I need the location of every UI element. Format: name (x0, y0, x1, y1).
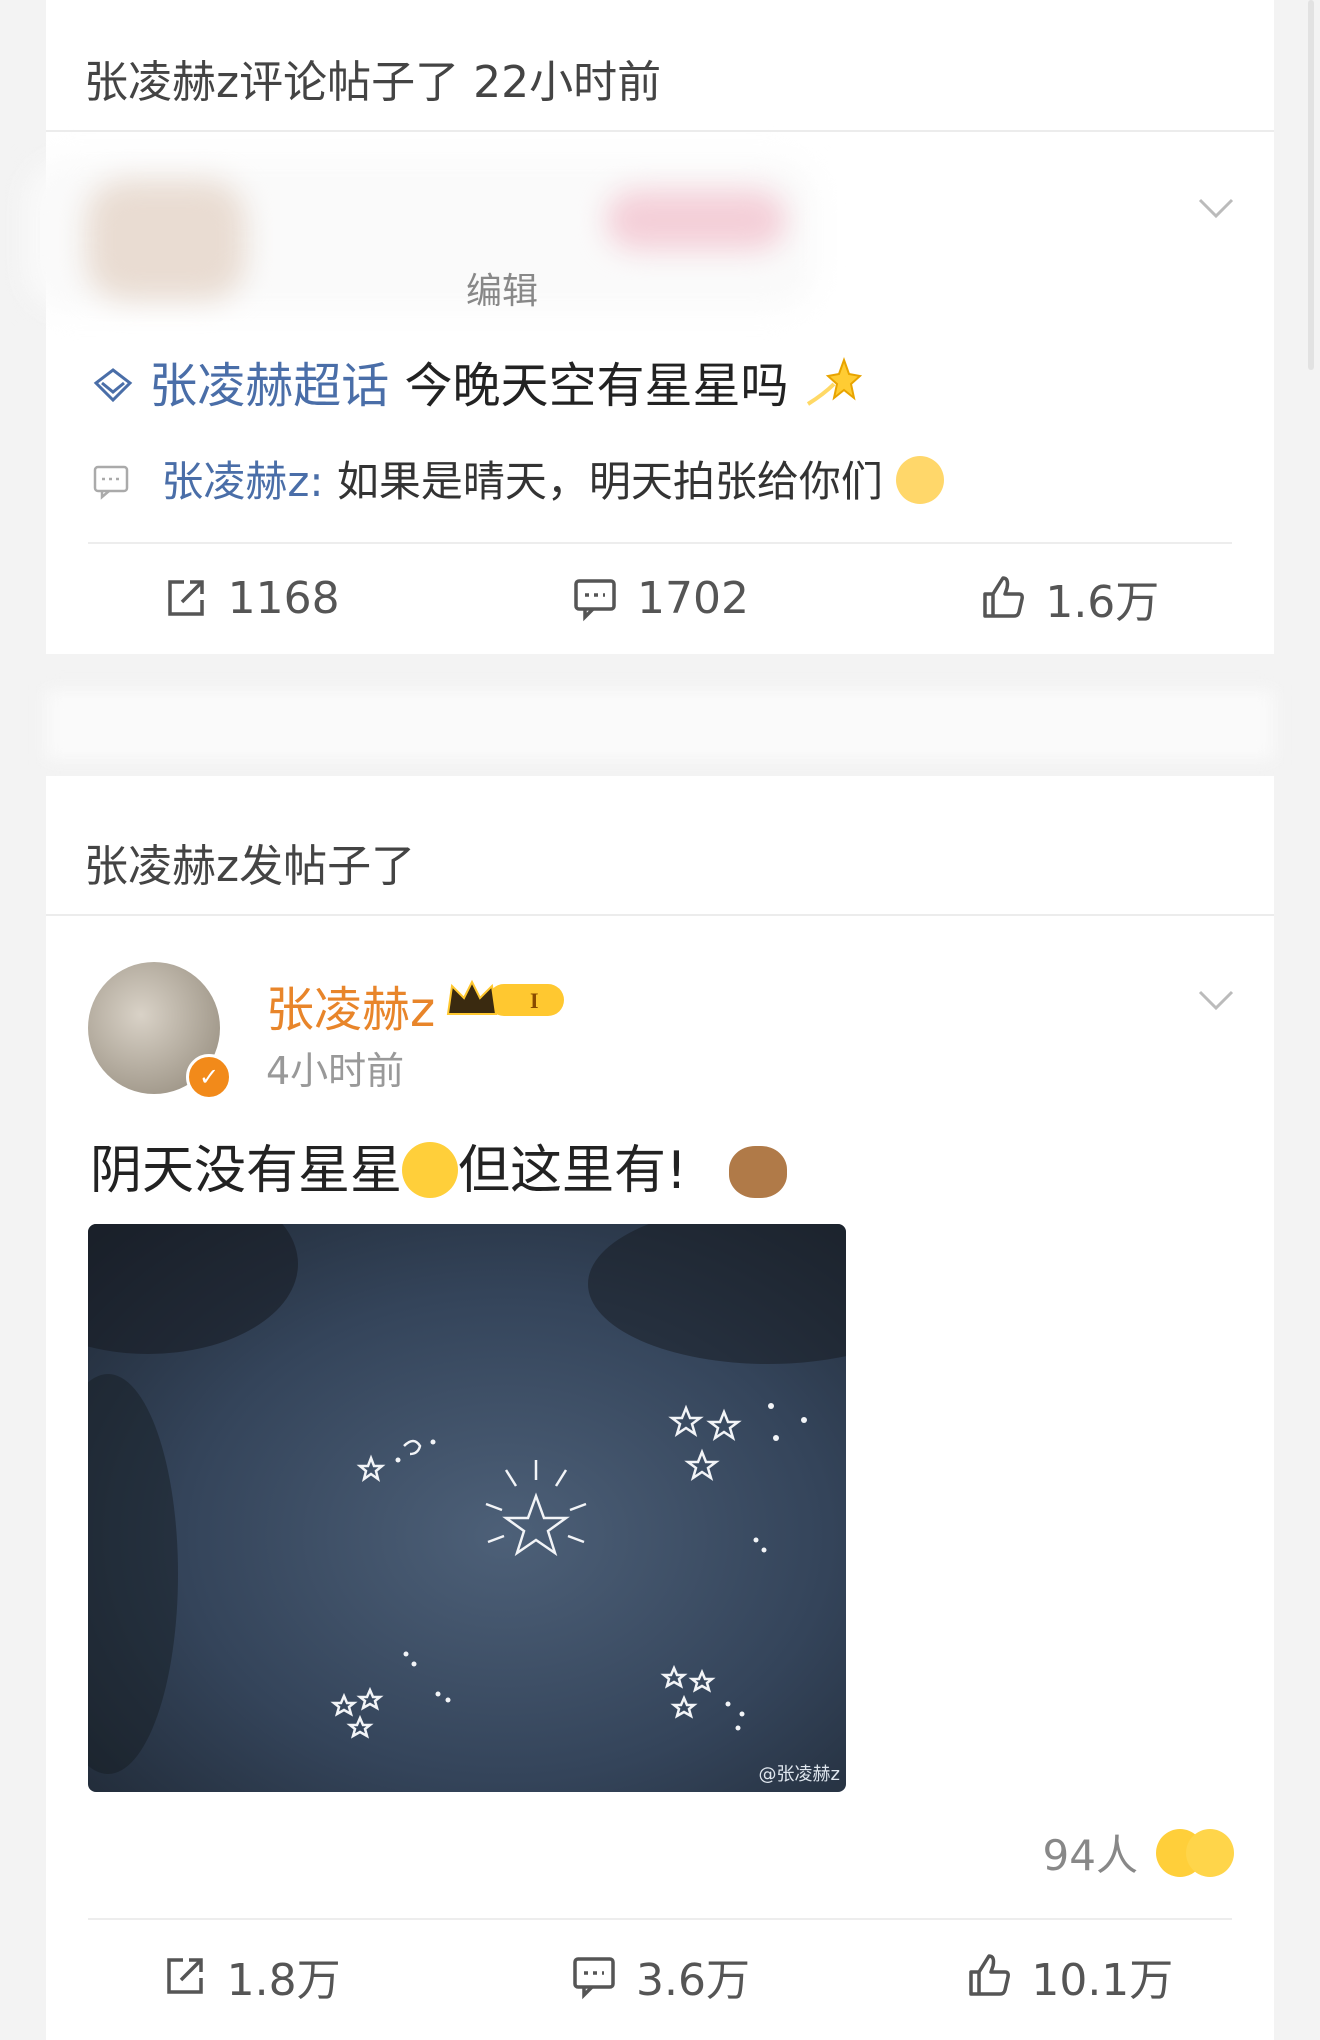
activity-action: 评论帖子了 (239, 57, 460, 108)
chevron-down-icon[interactable] (1196, 980, 1236, 1020)
activity-action: 发帖子了 (239, 841, 416, 892)
level-badge: I (530, 988, 539, 1013)
post-body: 阴天没有星星 但这里有! (90, 1128, 788, 1203)
star-doodle-image (88, 1224, 846, 1774)
divider (46, 914, 1274, 916)
reaction-emojis (1156, 1828, 1234, 1877)
face-emoji (896, 456, 945, 504)
sparkle-star-emoji (806, 357, 863, 406)
comment-count: 1702 (637, 572, 749, 624)
repost-button[interactable]: 1168 (46, 538, 455, 658)
post-text: 张凌赫超话 今晚天空有星星吗 (92, 346, 863, 416)
action-bar: 1168 1702 1.6万 (46, 538, 1274, 658)
activity-header: 张凌赫z发帖子了 (84, 830, 415, 894)
edited-label: 编辑 (466, 271, 539, 312)
post-image[interactable]: @张凌赫z (88, 1224, 846, 1792)
repost-icon (166, 1958, 203, 1994)
activity-time: 22小时前 (473, 57, 662, 108)
redacted-separator (46, 690, 1274, 760)
comment-count: 3.6万 (636, 1955, 750, 2006)
scrollbar[interactable] (1308, 0, 1314, 370)
repost-count: 1168 (227, 572, 340, 624)
activity-header: 张凌赫z评论帖子了 22小时前 (84, 46, 661, 110)
likers-summary[interactable]: 94人 (1043, 1822, 1234, 1883)
image-watermark: @张凌赫z (758, 1764, 840, 1785)
comment-button[interactable]: 3.6万 (455, 1916, 864, 2036)
post-card-posted: 张凌赫z发帖子了 ✓ 张凌赫z I 4小时前 阴天没有星星 但这里有! @张凌赫… (46, 776, 1274, 2040)
verified-icon: ✓ (186, 1054, 232, 1100)
action-bar: 1.8万 3.6万 10.1万 (46, 1916, 1274, 2036)
repost-icon (167, 580, 204, 616)
post-text-part2: 但这里有! (458, 1141, 687, 1201)
chevron-down-icon[interactable] (1196, 188, 1236, 228)
post-text-part1: 阴天没有星星 (90, 1141, 403, 1201)
like-button[interactable]: 1.6万 (865, 538, 1274, 658)
like-count: 1.6万 (1045, 577, 1160, 628)
comment-text: 如果是晴天，明天拍张给你们 (336, 457, 883, 506)
grin-emoji (1186, 1828, 1234, 1877)
comment-icon (574, 579, 616, 622)
divider (46, 130, 1274, 132)
comment-username[interactable]: 张凌赫z: (161, 457, 323, 506)
comment-preview[interactable]: 张凌赫z: 如果是晴天，明天拍张给你们 (92, 448, 945, 509)
likers-count: 94人 (1042, 1831, 1138, 1880)
super-topic-icon (93, 368, 133, 403)
super-topic-link[interactable]: 张凌赫超话 (149, 358, 389, 414)
like-button[interactable]: 10.1万 (865, 1916, 1274, 2036)
like-count: 10.1万 (1031, 1955, 1174, 2006)
capybara-emoji (729, 1146, 788, 1198)
post-time: 4小时前 (266, 1049, 405, 1093)
like-icon (983, 576, 1025, 618)
repost-button[interactable]: 1.8万 (46, 1916, 455, 2036)
activity-username[interactable]: 张凌赫z (84, 841, 239, 892)
laugh-cry-emoji (402, 1142, 459, 1198)
activity-username[interactable]: 张凌赫z (84, 57, 239, 108)
post-body: 今晚天空有星星吗 (404, 358, 789, 414)
comment-bubble-icon (93, 465, 129, 500)
comment-button[interactable]: 1702 (455, 538, 864, 658)
repost-count: 1.8万 (226, 1955, 341, 2006)
post-card-commented: 张凌赫z评论帖子了 22小时前 编辑 张凌赫超话 今晚天空有星星吗 张凌赫z: … (26, 0, 1274, 654)
like-icon (969, 1954, 1011, 1996)
vip-crown-icon[interactable]: I (444, 976, 568, 1022)
author-name[interactable]: 张凌赫z (266, 970, 435, 1040)
comment-icon (573, 1957, 615, 2000)
